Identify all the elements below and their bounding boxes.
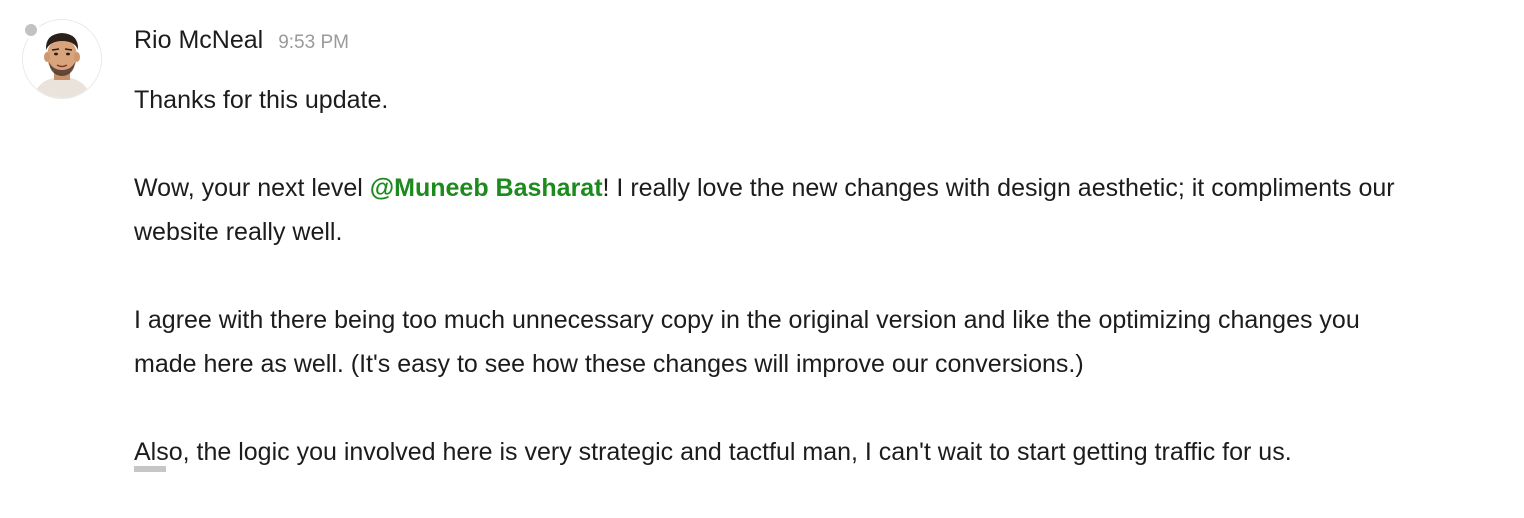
user-mention[interactable]: @Muneeb Basharat bbox=[370, 174, 603, 202]
presence-status-dot bbox=[22, 21, 40, 39]
message-header: Rio McNeal 9:53 PM bbox=[134, 26, 349, 60]
paragraph-text: Wow, your next level bbox=[134, 174, 370, 202]
avatar-container[interactable] bbox=[22, 19, 102, 99]
chat-message: Rio McNeal 9:53 PM Thanks for this updat… bbox=[0, 0, 1524, 472]
message-paragraph: Thanks for this update. bbox=[134, 86, 389, 114]
message-paragraph: Also, the logic you involved here is ver… bbox=[134, 438, 1292, 466]
message-paragraph: I agree with there being too much unnece… bbox=[134, 306, 1360, 378]
message-body: Thanks for this update. Wow, your next l… bbox=[134, 78, 1424, 518]
message-timestamp[interactable]: 9:53 PM bbox=[278, 32, 349, 54]
next-line-fragment bbox=[134, 466, 166, 472]
author-name[interactable]: Rio McNeal bbox=[134, 26, 263, 55]
message-paragraph: Wow, your next level @Muneeb Basharat! I… bbox=[134, 166, 1424, 254]
